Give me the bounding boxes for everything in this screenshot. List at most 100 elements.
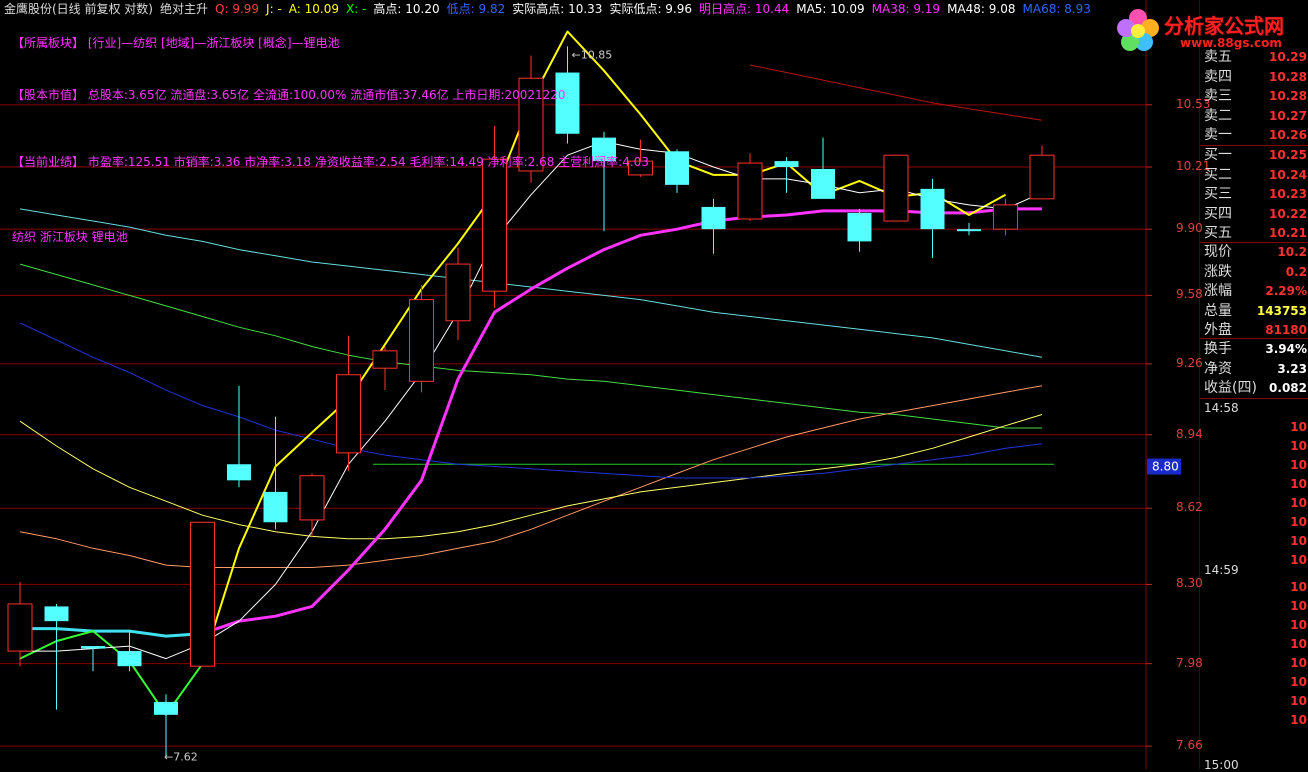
current-price-label: 8.80 [1152,460,1179,474]
stat-row[interactable]: 换手 3.94% [1200,340,1308,359]
candle-body-up [372,350,398,369]
price-tick-label: 8.94 [1176,426,1203,441]
candle-body-down [847,212,872,242]
legend-item: 低点: 9.82 [446,2,506,16]
ask-row[interactable]: 卖四 10.28 [1200,68,1308,87]
legend-items: Q: 9.99 J: - A: 10.09 X: - 高点: 10.20 低点: 9.82… [215,2,1098,16]
candle-body-down [227,464,251,481]
ask-row-label: 卖四 [1204,68,1232,85]
legend-title: 金鹰股份(日线 前复权 对数) [4,2,153,16]
ma-line-年线 [749,64,1043,121]
bid-row-value: 10.24 [1269,167,1307,182]
stat-row-label: 总量 [1204,302,1232,319]
panel-divider-line [1200,145,1308,146]
tick-price: 10 [1290,534,1307,548]
quote-panel[interactable]: 卖五 10.29 卖四 10.28 卖三 10.28 卖二 10.27 卖一 10.26 买一 10.… [1200,0,1308,772]
price-tick-label: 9.90 [1176,221,1203,236]
stat-row[interactable]: 净资 3.23 [1200,360,1308,379]
ma-line-青线 [20,627,203,638]
price-tick-label: 8.62 [1176,500,1203,515]
candle-body-up [7,603,33,652]
ask-row-label: 卖一 [1204,127,1232,143]
price-tick-label: 7.66 [1176,738,1203,753]
tick-time-label: 14:59 [1204,563,1239,577]
tick-price: 10 [1290,496,1307,510]
candle-body-down [665,151,689,185]
tick-price: 10 [1290,618,1307,632]
ma-line-MA48 [19,414,1043,540]
tick-time-label: 14:58 [1204,401,1239,415]
price-tick-label: 7.98 [1176,655,1203,670]
stat-row-value: 143753 [1256,303,1307,318]
info-sector: 【所属板块】 [行业]—纺织 [地域]—浙江板块 [概念]—锂电池 [12,36,340,50]
ask-row-label: 卖五 [1204,49,1232,65]
ask-row[interactable]: 卖二 10.27 [1200,107,1308,126]
bid-row[interactable]: 买五 10.21 [1200,224,1308,243]
candle-body-down [117,651,142,667]
tick-price: 10 [1290,637,1307,651]
candle-body-up [482,158,507,292]
panel-divider-line [1200,338,1308,339]
ask-row-value: 10.26 [1269,128,1307,142]
bid-row-label: 买三 [1204,186,1232,202]
legend-item: J: - [266,2,282,16]
stat-row[interactable]: 涨幅 2.29% [1200,282,1308,301]
bid-row[interactable]: 买四 10.22 [1200,205,1308,224]
ask-row[interactable]: 卖五 10.29 [1200,48,1308,67]
ask-row-value: 10.27 [1269,108,1307,123]
legend-item: Q: 9.99 [215,2,260,16]
price-tick-label: 9.58 [1176,287,1203,302]
tick-price: 10 [1290,580,1307,594]
stat-row-value: 10.2 [1277,245,1307,259]
stat-row[interactable]: 总量 143753 [1200,302,1308,321]
ask-row-label: 卖二 [1204,107,1232,124]
indicator-legend: 金鹰股份(日线 前复权 对数) 绝对主升 Q: 9.99 J: - A: 10.09 X:… [4,1,1105,17]
info-capital: 【股本市值】 总股本:3.65亿 流通盘:3.65亿 全流通:100.00% 流… [12,88,566,102]
stat-row[interactable]: 收益(四) 0.082 [1200,379,1308,398]
tick-price: 10 [1290,477,1307,491]
ask-row[interactable]: 卖一 10.26 [1200,126,1308,145]
stat-row-value: 3.23 [1277,361,1307,376]
tick-price: 10 [1290,656,1307,670]
stat-row-label: 涨幅 [1204,283,1232,299]
candle-body-up [737,162,763,220]
stat-row[interactable]: 现价 10.2 [1200,243,1308,262]
candle-body-up [336,374,361,454]
flower-logo-icon [1117,9,1159,51]
candle-body-down [774,161,799,168]
legend-item: MA38: 9.19 [871,2,941,16]
price-tick-label: 8.30 [1176,576,1203,591]
bid-row[interactable]: 买二 10.24 [1200,166,1308,185]
ask-row-value: 10.28 [1269,89,1307,103]
ma-line-橙线 [19,385,1043,568]
candle-body-down [81,646,105,649]
tick-price: 10 [1290,420,1307,434]
candle-body-down [263,491,288,523]
candle-body-up [299,475,325,521]
stat-row-label: 换手 [1204,341,1232,357]
ask-row-label: 卖三 [1204,88,1232,104]
legend-item: 高点: 10.20 [373,2,440,16]
tick-price: 10 [1290,675,1307,689]
ma-line-主升线 [201,30,1006,665]
legend-item: MA48: 9.08 [947,2,1016,16]
candle-body-up [993,204,1018,230]
bid-row[interactable]: 买一 10.25 [1200,146,1308,165]
tick-price: 10 [1290,515,1307,529]
ma-line-MA38 [202,207,1042,636]
tick-price: 10 [1290,553,1307,567]
stat-row[interactable]: 涨跌 0.2 [1200,263,1308,282]
bid-row[interactable]: 买三 10.23 [1200,185,1308,204]
tick-price: 10 [1290,694,1307,708]
bid-row-label: 买一 [1204,147,1232,163]
bid-row-label: 买四 [1204,205,1232,222]
stat-row-value: 3.94% [1265,342,1307,356]
ask-row[interactable]: 卖三 10.28 [1200,87,1308,106]
bid-row-value: 10.22 [1269,206,1307,221]
stat-row-label: 涨跌 [1204,263,1232,280]
candle-body-up [445,263,471,322]
legend-item: 明日高点: 10.44 [699,2,790,16]
candle-body-down [555,72,580,134]
stat-row-label: 收益(四) [1204,380,1257,396]
candlestick-chart[interactable]: 8.80 ←10.85 ←7.62 [0,0,1200,769]
